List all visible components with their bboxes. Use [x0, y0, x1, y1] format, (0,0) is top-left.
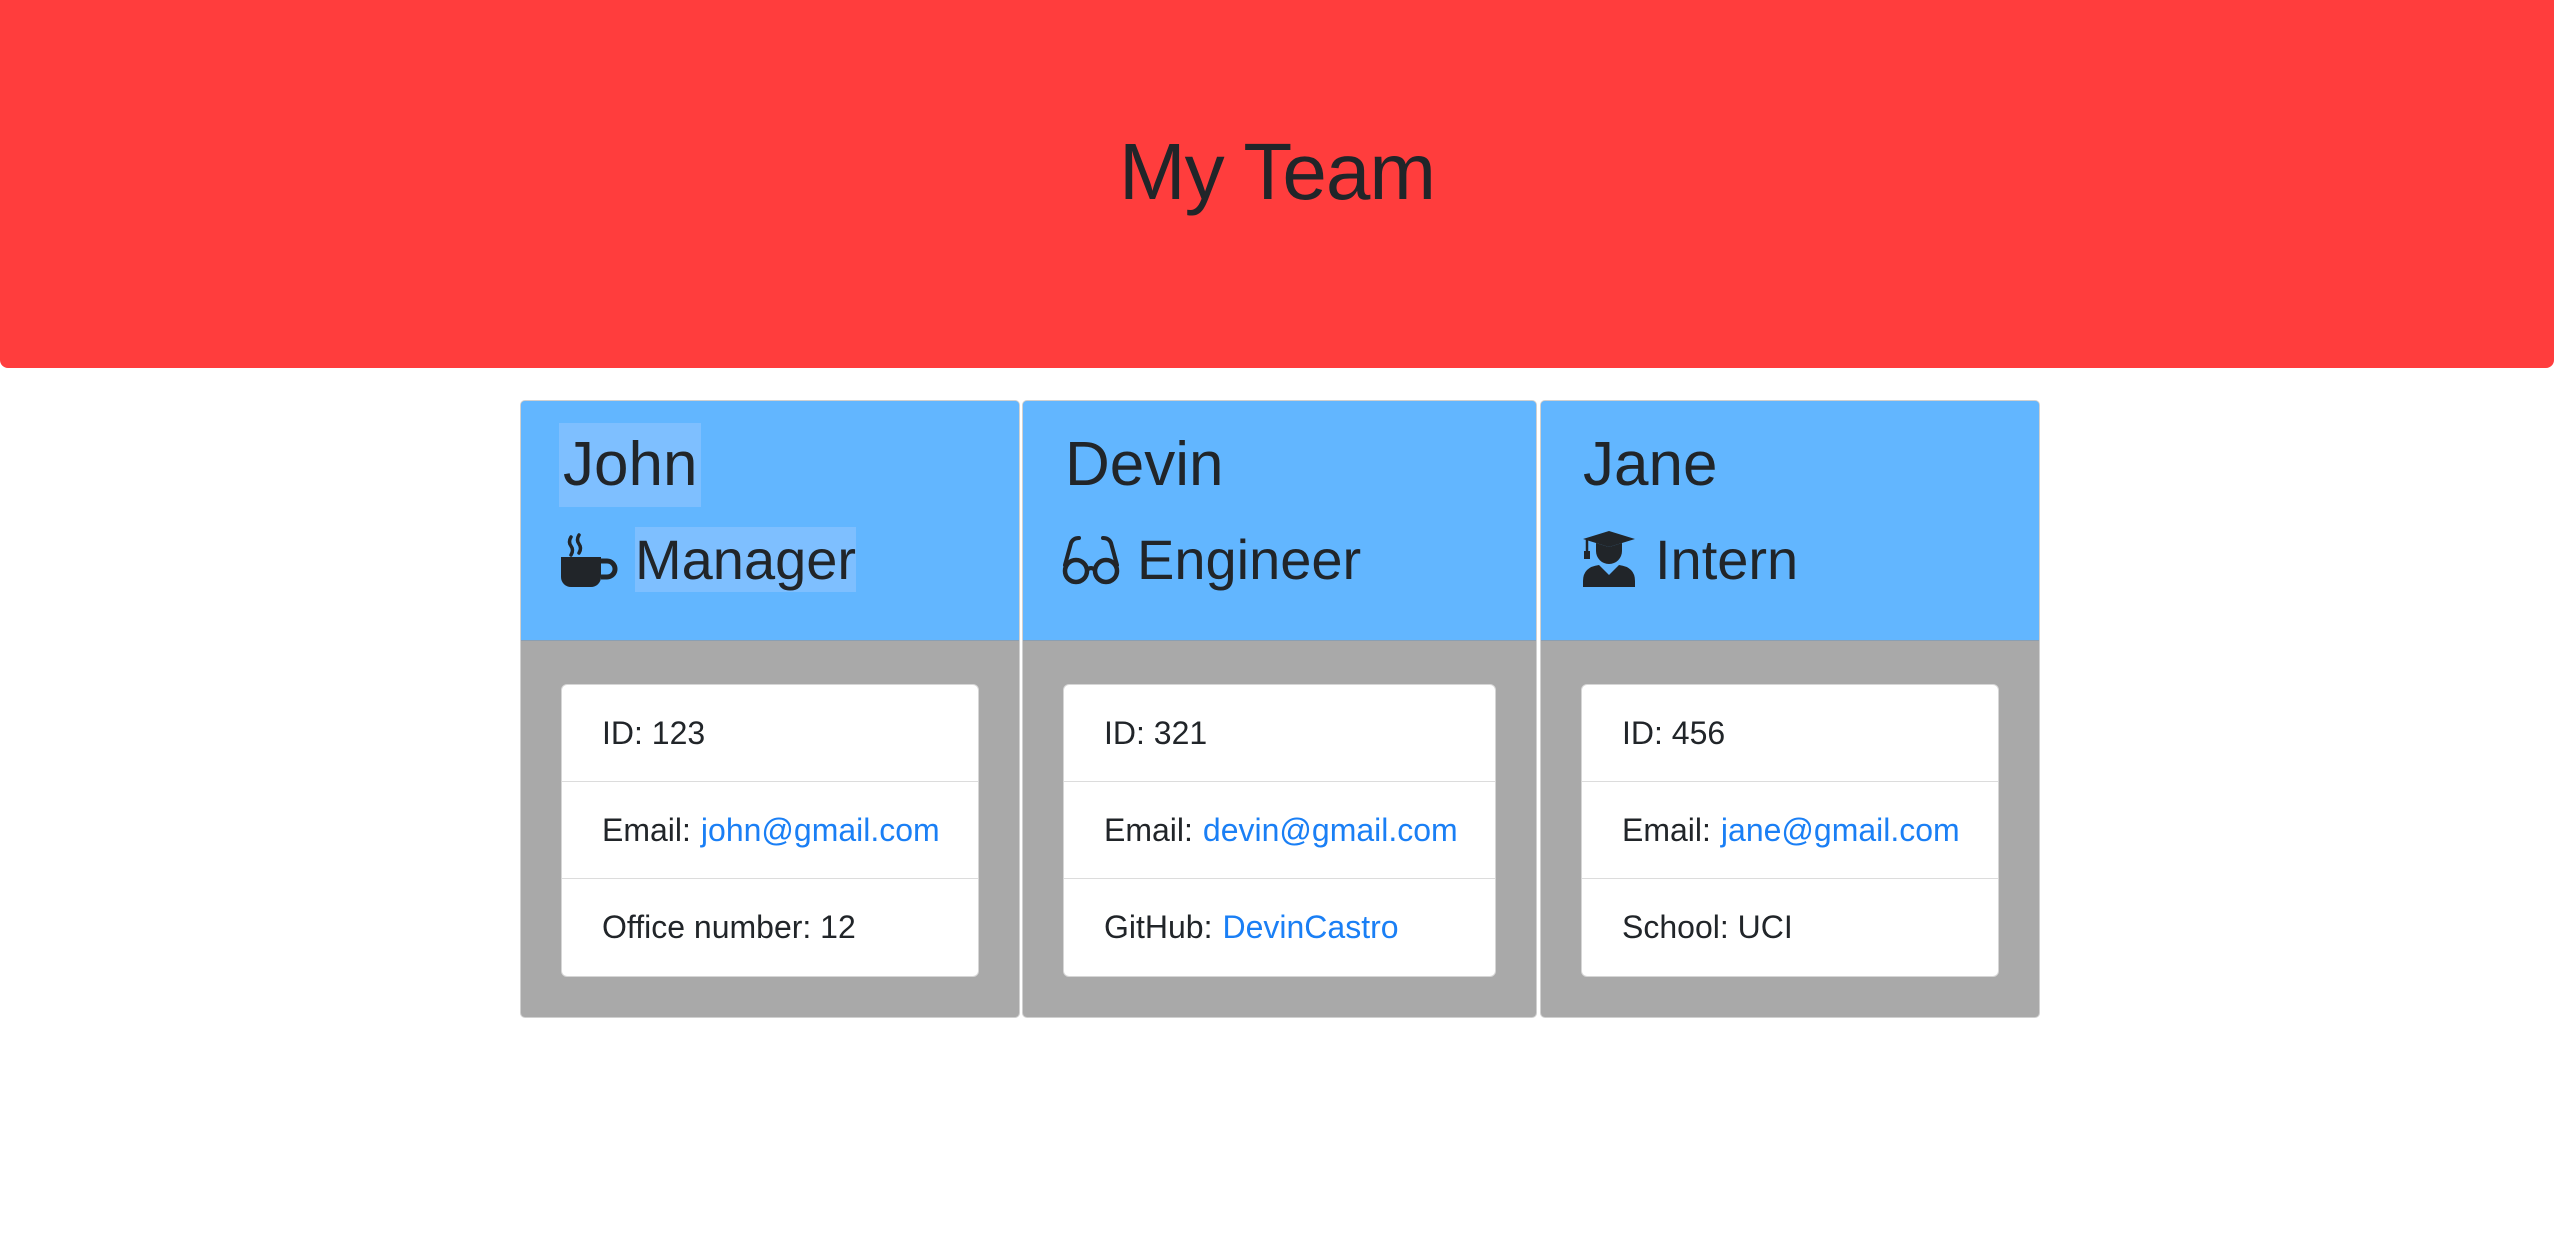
employee-name: Jane — [1583, 430, 1718, 499]
graduate-icon — [1579, 529, 1639, 589]
employee-card-manager: John Manager ID: 123 Email: john@gmail.c… — [520, 400, 1020, 1018]
page-title: My Team — [1118, 127, 1436, 216]
list-item-id: ID: 123 — [562, 685, 978, 782]
role-label: Intern — [1655, 527, 1799, 591]
employee-details: ID: 123 Email: john@gmail.com Office num… — [561, 684, 979, 977]
id-value: 456 — [1671, 714, 1726, 751]
office-label: Office number: — [602, 909, 812, 945]
id-label: ID: — [1622, 714, 1663, 751]
card-header: John Manager — [521, 401, 1019, 641]
email-label: Email: — [1104, 811, 1193, 848]
list-item-id: ID: 321 — [1064, 685, 1495, 782]
list-item-github: GitHub: DevinCastro — [1064, 879, 1495, 976]
office-value: 12 — [820, 909, 856, 945]
role-label: Engineer — [1137, 527, 1362, 591]
employee-card-engineer: Devin Engineer ID: 321 Email: devin@gmai… — [1022, 400, 1537, 1018]
school-value: UCI — [1737, 909, 1793, 945]
id-label: ID: — [602, 714, 643, 751]
employee-details: ID: 321 Email: devin@gmail.com GitHub: D… — [1063, 684, 1496, 977]
employee-details: ID: 456 Email: jane@gmail.com School: UC… — [1581, 684, 1999, 977]
email-link[interactable]: devin@gmail.com — [1203, 812, 1458, 849]
employee-card-intern: Jane Intern ID: 456 Email: jane@gmail.co… — [1540, 400, 2040, 1018]
email-link[interactable]: john@gmail.com — [701, 812, 940, 849]
email-link[interactable]: jane@gmail.com — [1721, 812, 1960, 849]
card-header: Devin Engineer — [1023, 401, 1536, 641]
role-label: Manager — [635, 526, 857, 592]
list-item-school: School: UCI — [1582, 879, 1998, 976]
employee-role: Engineer — [1061, 517, 1361, 601]
list-item-email: Email: devin@gmail.com — [1064, 782, 1495, 879]
employee-name: John — [559, 423, 702, 507]
id-label: ID: — [1104, 714, 1145, 751]
school-label: School: — [1622, 909, 1729, 945]
list-item-email: Email: john@gmail.com — [562, 782, 978, 879]
list-item-email: Email: jane@gmail.com — [1582, 782, 1998, 879]
employee-role: Intern — [1579, 517, 1798, 601]
page-header: My Team — [0, 0, 2554, 368]
coffee-icon — [559, 529, 619, 589]
github-link[interactable]: DevinCastro — [1222, 909, 1398, 946]
id-value: 321 — [1153, 714, 1208, 751]
email-label: Email: — [602, 811, 691, 848]
id-value: 123 — [651, 714, 706, 751]
glasses-icon — [1061, 529, 1121, 589]
employee-name: Devin — [1065, 430, 1224, 499]
email-label: Email: — [1622, 811, 1711, 848]
card-header: Jane Intern — [1541, 401, 2039, 641]
employee-role: Manager — [559, 517, 857, 601]
list-item-office: Office number: 12 — [562, 879, 978, 976]
github-label: GitHub: — [1104, 909, 1213, 945]
list-item-id: ID: 456 — [1582, 685, 1998, 782]
